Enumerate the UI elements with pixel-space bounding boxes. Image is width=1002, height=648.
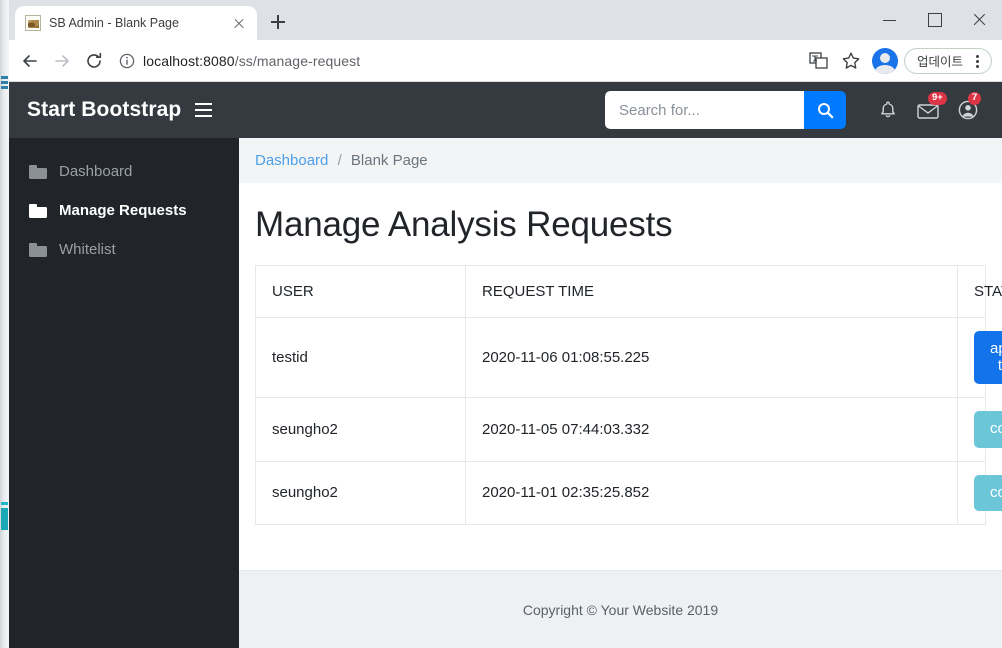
cell-status: complete <box>957 397 1002 462</box>
messages-button[interactable]: 9+ <box>908 90 948 130</box>
folder-icon <box>29 242 47 257</box>
bg-stripe <box>1 502 8 505</box>
breadcrumb-link-dashboard[interactable]: Dashboard <box>255 152 328 169</box>
search-button[interactable] <box>804 91 846 129</box>
topbar-right-group: 9+ 7 <box>605 90 988 130</box>
cell-user: seungho2 <box>255 460 466 525</box>
main-content: Dashboard / Blank Page Manage Analysis R… <box>239 138 1002 648</box>
browser-tab-strip: SB Admin - Blank Page <box>9 0 1002 40</box>
update-button-label: 업데이트 <box>916 55 963 69</box>
background-window-sliver <box>0 0 9 648</box>
app-topbar: Start Bootstrap Search for... 9+ 7 <box>9 82 1002 138</box>
window-close-icon[interactable] <box>957 0 1002 40</box>
complete-button[interactable]: complete <box>974 411 1002 448</box>
address-bar[interactable]: localhost:8080/ss/manage-request <box>119 47 796 75</box>
browser-tab-title: SB Admin - Blank Page <box>49 16 179 30</box>
cell-request-time: 2020-11-01 02:35:25.852 <box>465 460 958 525</box>
complete-button[interactable]: complete <box>974 474 1002 511</box>
breadcrumb: Dashboard / Blank Page <box>239 138 1002 183</box>
bell-icon <box>881 101 895 118</box>
cell-status: complete <box>957 460 1002 525</box>
alerts-bell-button[interactable] <box>868 90 908 130</box>
brand-title[interactable]: Start Bootstrap <box>27 98 181 122</box>
back-icon[interactable] <box>15 46 45 76</box>
sidebar-item-whitelist[interactable]: Whitelist <box>9 230 239 269</box>
sidebar-item-dashboard[interactable]: Dashboard <box>9 152 239 191</box>
close-icon[interactable] <box>229 13 249 33</box>
url-host: localhost:8080 <box>143 52 235 69</box>
reload-icon[interactable] <box>79 46 109 76</box>
site-favicon-icon <box>25 15 41 31</box>
bg-stripe <box>1 86 8 89</box>
column-header-user: USER <box>255 265 466 318</box>
breadcrumb-separator: / <box>337 152 342 169</box>
sidebar: Dashboard Manage Requests Whitelist <box>9 138 239 648</box>
table-body: testid 2020-11-06 01:08:55.225 approve t… <box>255 317 1002 525</box>
column-header-time: REQUEST TIME <box>465 265 958 318</box>
table-head: USER REQUEST TIME STATUS <box>255 265 1002 318</box>
minimize-icon[interactable] <box>867 0 912 40</box>
sidebar-item-manage-requests[interactable]: Manage Requests <box>9 191 239 230</box>
user-menu-button[interactable]: 7 <box>948 90 988 130</box>
messages-badge: 9+ <box>928 92 947 105</box>
app-body: Dashboard Manage Requests Whitelist Dash… <box>9 138 1002 648</box>
update-button[interactable]: 업데이트 <box>903 47 992 74</box>
table-header-row: USER REQUEST TIME STATUS <box>255 265 1002 318</box>
search-form <box>605 91 846 129</box>
folder-open-icon <box>29 203 47 218</box>
requests-table-wrap: USER REQUEST TIME STATUS testid 2020-11-… <box>239 265 1002 525</box>
browser-toolbar: localhost:8080/ss/manage-request 업데이트 <box>9 40 1002 82</box>
cell-request-time: 2020-11-06 01:08:55.225 <box>465 317 958 398</box>
url-path: /ss/manage-request <box>234 52 361 69</box>
bookmark-star-icon[interactable] <box>836 46 866 76</box>
forward-icon[interactable] <box>47 46 77 76</box>
table-row: testid 2020-11-06 01:08:55.225 approve t… <box>255 317 1002 398</box>
browser-window: SB Admin - Blank Page localhost:8080/ss/… <box>9 0 1002 648</box>
page-title: Manage Analysis Requests <box>255 205 673 244</box>
table-row: seungho2 2020-11-05 07:44:03.332 complet… <box>255 397 1002 462</box>
search-input[interactable] <box>605 91 804 129</box>
sidebar-item-label: Whitelist <box>59 241 116 258</box>
sidebar-item-label: Dashboard <box>59 163 133 180</box>
browser-tab[interactable]: SB Admin - Blank Page <box>15 6 257 40</box>
window-controls <box>867 0 1002 40</box>
requests-table: USER REQUEST TIME STATUS testid 2020-11-… <box>255 265 1002 525</box>
approve-to-run-button[interactable]: approve to run <box>974 331 1002 384</box>
chrome-menu-icon[interactable] <box>969 51 985 71</box>
table-row: seungho2 2020-11-01 02:35:25.852 complet… <box>255 460 1002 525</box>
sidebar-item-label: Manage Requests <box>59 202 187 219</box>
column-header-status: STATUS <box>957 265 1002 318</box>
cell-request-time: 2020-11-05 07:44:03.332 <box>465 397 958 462</box>
site-info-icon[interactable] <box>119 53 135 69</box>
cell-user: testid <box>255 317 466 398</box>
cell-user: seungho2 <box>255 397 466 462</box>
page-footer: Copyright © Your Website 2019 <box>239 570 1002 648</box>
new-tab-button[interactable] <box>265 9 291 35</box>
user-badge: 7 <box>968 92 982 105</box>
breadcrumb-current: Blank Page <box>350 152 428 169</box>
translate-icon[interactable] <box>804 46 834 76</box>
copyright-text: Copyright © Your Website 2019 <box>522 601 719 618</box>
web-page: Start Bootstrap Search for... 9+ 7 Dashb… <box>9 82 1002 648</box>
address-bar-url: localhost:8080/ss/manage-request <box>143 53 360 69</box>
folder-icon <box>29 164 47 179</box>
bg-stripe <box>1 508 8 530</box>
hamburger-icon[interactable] <box>193 99 215 121</box>
cell-status: approve to run <box>957 317 1002 398</box>
profile-avatar[interactable] <box>871 47 898 74</box>
bg-stripe <box>1 76 8 79</box>
maximize-icon[interactable] <box>912 0 957 40</box>
bg-stripe <box>1 81 8 84</box>
